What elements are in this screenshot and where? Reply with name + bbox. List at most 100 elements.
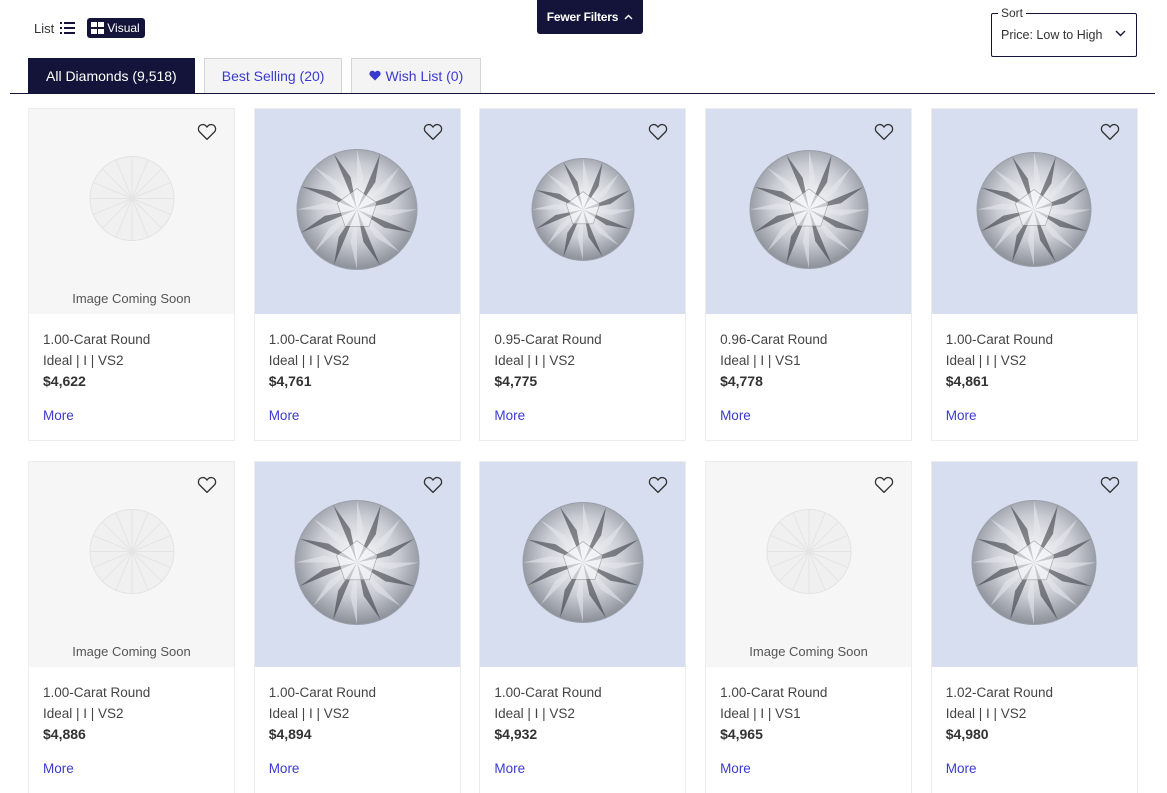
diamond-spec: Ideal | I | VS1 — [720, 706, 801, 721]
diamond-image-placeholder[interactable]: Image Coming Soon — [29, 462, 234, 667]
more-link[interactable]: More — [494, 761, 525, 776]
wishlist-heart-icon[interactable] — [1100, 123, 1120, 141]
diamond-card[interactable]: 1.00-Carat Round Ideal | I | VS2 $4,932 … — [479, 461, 687, 793]
diamond-placeholder-icon — [765, 508, 853, 601]
view-toggle: List Visual — [34, 18, 145, 38]
wishlist-heart-icon[interactable] — [874, 123, 894, 141]
diamond-photo — [521, 500, 645, 629]
diamond-image-placeholder[interactable]: Image Coming Soon — [706, 462, 912, 667]
diamond-spec: Ideal | I | VS2 — [494, 353, 575, 368]
diamond-photo — [530, 156, 636, 267]
image-coming-soon-label: Image Coming Soon — [72, 644, 191, 659]
diamond-card[interactable]: Image Coming Soon 1.00-Carat Round Ideal… — [705, 461, 913, 793]
diamond-info: 1.00-Carat Round Ideal | I | VS1 $4,965 — [720, 682, 827, 745]
diamond-info: 1.00-Carat Round Ideal | I | VS2 $4,894 — [269, 682, 376, 745]
diamond-price: $4,894 — [268, 726, 312, 742]
image-coming-soon-label: Image Coming Soon — [72, 291, 191, 306]
diamond-spec: Ideal | I | VS1 — [720, 353, 801, 368]
more-link[interactable]: More — [946, 408, 977, 423]
diamond-title: 1.00-Carat Round — [43, 685, 151, 700]
wishlist-heart-icon[interactable] — [197, 123, 217, 141]
wishlist-heart-icon[interactable] — [648, 123, 668, 141]
diamond-grid: Image Coming Soon 1.00-Carat Round Ideal… — [28, 108, 1138, 793]
fewer-filters-button[interactable]: Fewer Filters — [537, 0, 643, 34]
diamond-price: $4,775 — [494, 373, 538, 389]
diamond-info: 1.02-Carat Round Ideal | I | VS2 $4,980 — [946, 682, 1053, 745]
diamond-card[interactable]: 1.00-Carat Round Ideal | I | VS2 $4,761 … — [253, 108, 461, 441]
wishlist-heart-icon[interactable] — [1100, 476, 1120, 494]
diamond-info: 1.00-Carat Round Ideal | I | VS2 $4,861 — [946, 329, 1053, 392]
diamond-card[interactable]: Image Coming Soon 1.00-Carat Round Ideal… — [28, 108, 235, 441]
tab-wish-list[interactable]: Wish List (0) — [351, 58, 482, 93]
diamond-tabs: All Diamonds (9,518) Best Selling (20) W… — [28, 58, 482, 93]
diamond-title: 1.00-Carat Round — [720, 685, 828, 700]
chevron-up-icon — [624, 14, 633, 20]
visual-view-button[interactable]: Visual — [87, 18, 145, 38]
diamond-photo — [975, 150, 1093, 273]
diamond-title: 1.00-Carat Round — [43, 332, 151, 347]
tab-label: All Diamonds (9,518) — [46, 68, 177, 84]
sort-select[interactable]: Sort Price: Low to High — [991, 6, 1137, 57]
more-link[interactable]: More — [43, 408, 74, 423]
diamond-photo — [970, 498, 1098, 631]
diamond-spec: Ideal | I | VS2 — [494, 706, 575, 721]
tabs-divider — [10, 93, 1155, 94]
diamond-price: $4,980 — [945, 726, 989, 742]
diamond-photo — [293, 498, 421, 631]
diamond-info: 1.00-Carat Round Ideal | I | VS2 $4,932 — [494, 682, 601, 745]
tab-label: Best Selling (20) — [221, 68, 325, 84]
more-link[interactable]: More — [720, 408, 751, 423]
diamond-image[interactable] — [931, 109, 1137, 314]
diamond-title: 0.95-Carat Round — [494, 332, 602, 347]
diamond-price: $4,861 — [945, 373, 989, 389]
image-coming-soon-label: Image Coming Soon — [749, 644, 868, 659]
diamond-photo — [295, 147, 419, 276]
diamond-image[interactable] — [706, 109, 912, 314]
wishlist-heart-icon[interactable] — [423, 123, 443, 141]
diamond-spec: Ideal | I | VS2 — [268, 353, 350, 368]
wishlist-heart-icon[interactable] — [423, 476, 443, 494]
tab-all-diamonds[interactable]: All Diamonds (9,518) — [28, 58, 195, 93]
more-link[interactable]: More — [269, 408, 300, 423]
diamond-title: 1.00-Carat Round — [268, 332, 377, 347]
diamond-image[interactable] — [254, 109, 460, 314]
diamond-card[interactable]: 0.96-Carat Round Ideal | I | VS1 $4,778 … — [705, 108, 913, 441]
diamond-title: 0.96-Carat Round — [720, 332, 828, 347]
diamond-price: $4,965 — [720, 726, 763, 742]
wishlist-heart-icon[interactable] — [197, 476, 217, 494]
list-view-label[interactable]: List — [34, 21, 54, 36]
diamond-spec: Ideal | I | VS2 — [268, 706, 350, 721]
diamond-info: 1.00-Carat Round Ideal | I | VS2 $4,761 — [269, 329, 376, 392]
diamond-image[interactable] — [931, 462, 1137, 667]
chevron-down-icon — [1115, 30, 1126, 37]
wishlist-heart-icon[interactable] — [874, 476, 894, 494]
diamond-card[interactable]: 0.95-Carat Round Ideal | I | VS2 $4,775 … — [479, 108, 687, 441]
diamond-image-placeholder[interactable]: Image Coming Soon — [29, 109, 234, 314]
diamond-price: $4,622 — [43, 373, 86, 389]
diamond-image[interactable] — [480, 462, 686, 667]
grid-icon — [91, 22, 105, 34]
tab-best-selling[interactable]: Best Selling (20) — [203, 58, 343, 93]
diamond-image[interactable] — [480, 109, 686, 314]
diamond-price: $4,761 — [268, 373, 312, 389]
diamond-image[interactable] — [254, 462, 460, 667]
list-view-icon[interactable] — [60, 22, 76, 34]
diamond-info: 0.95-Carat Round Ideal | I | VS2 $4,775 — [494, 329, 601, 392]
diamond-photo — [748, 148, 870, 275]
diamond-card[interactable]: 1.00-Carat Round Ideal | I | VS2 $4,861 … — [930, 108, 1138, 441]
more-link[interactable]: More — [43, 761, 74, 776]
wishlist-heart-icon[interactable] — [648, 476, 668, 494]
sort-value: Price: Low to High — [1001, 28, 1103, 42]
diamond-card[interactable]: 1.02-Carat Round Ideal | I | VS2 $4,980 … — [930, 461, 1138, 793]
diamond-card[interactable]: 1.00-Carat Round Ideal | I | VS2 $4,894 … — [253, 461, 461, 793]
diamond-card[interactable]: Image Coming Soon 1.00-Carat Round Ideal… — [28, 461, 235, 793]
more-link[interactable]: More — [946, 761, 977, 776]
more-link[interactable]: More — [494, 408, 525, 423]
diamond-title: 1.00-Carat Round — [268, 685, 377, 700]
more-link[interactable]: More — [269, 761, 300, 776]
diamond-info: 1.00-Carat Round Ideal | I | VS2 $4,622 — [43, 329, 150, 392]
more-link[interactable]: More — [720, 761, 751, 776]
diamond-title: 1.02-Carat Round — [945, 685, 1054, 700]
diamond-title: 1.00-Carat Round — [945, 332, 1054, 347]
diamond-price: $4,778 — [720, 373, 763, 389]
